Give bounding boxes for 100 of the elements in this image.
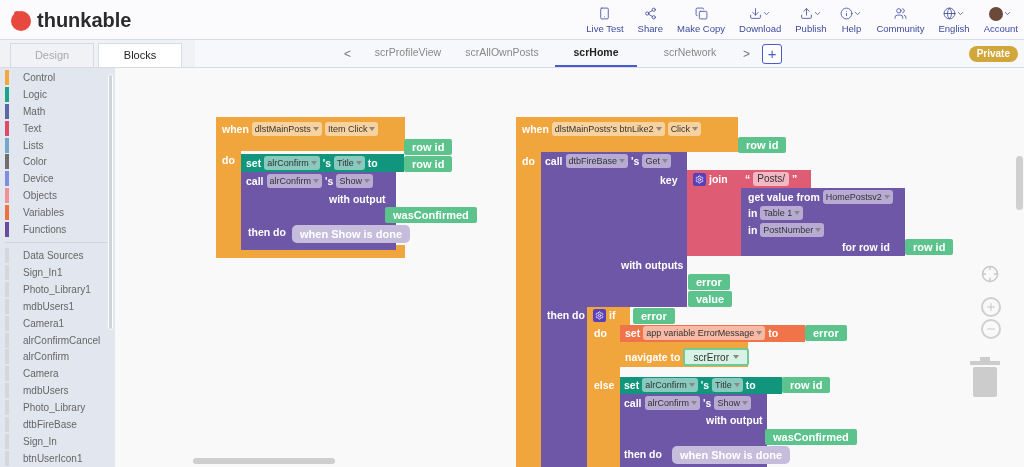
caret-icon bbox=[310, 161, 317, 165]
palette-component[interactable]: alrConfirm bbox=[5, 348, 115, 366]
block-label: navigate to bbox=[625, 350, 681, 364]
set-variable-block[interactable] bbox=[620, 325, 805, 342]
palette-component[interactable]: mdbUsers bbox=[5, 382, 115, 400]
scroll-left-button[interactable]: < bbox=[340, 40, 355, 67]
palette-category[interactable]: Text bbox=[5, 119, 115, 137]
scroll-right-button[interactable]: > bbox=[743, 40, 751, 67]
block-label: join bbox=[709, 172, 728, 186]
caret-icon bbox=[692, 127, 699, 131]
scrollbar[interactable] bbox=[108, 74, 113, 330]
set-block[interactable] bbox=[241, 154, 404, 172]
palette-category[interactable]: Logic bbox=[5, 85, 115, 103]
logo-icon bbox=[10, 8, 32, 31]
block-label: 's bbox=[325, 174, 334, 188]
caret-icon bbox=[691, 401, 698, 405]
info-icon bbox=[840, 7, 854, 20]
set-block[interactable] bbox=[620, 377, 782, 394]
block-label: set bbox=[625, 326, 641, 340]
block-label: 's bbox=[631, 154, 640, 168]
block-label: to bbox=[768, 326, 779, 340]
palette-component[interactable]: Data Sources bbox=[5, 247, 115, 264]
nav-button[interactable]: Share bbox=[637, 4, 663, 35]
block-label: do bbox=[594, 326, 607, 340]
avatar-icon bbox=[989, 6, 1004, 21]
caret-icon bbox=[313, 179, 320, 183]
palette-component[interactable]: alrConfirmCancel bbox=[5, 331, 115, 349]
block-dropdown[interactable]: app variable ErrorMessage bbox=[643, 326, 766, 340]
nav-button[interactable]: Download bbox=[739, 4, 782, 35]
editor-tab[interactable]: Blocks bbox=[98, 43, 182, 67]
block-dropdown[interactable]: alrConfirm bbox=[264, 156, 320, 170]
block-dropdown[interactable]: Show bbox=[336, 174, 373, 188]
horizontal-scrollbar[interactable] bbox=[193, 458, 335, 464]
block-dropdown[interactable]: Title bbox=[334, 156, 365, 170]
block-dropdown[interactable]: alrConfirm bbox=[642, 378, 698, 392]
caret-icon bbox=[741, 401, 748, 405]
block-dropdown[interactable]: Show bbox=[714, 396, 751, 410]
block-dropdown[interactable]: HomePostsv2 bbox=[822, 190, 893, 204]
block-label: call bbox=[246, 174, 264, 188]
nav-button[interactable]: English bbox=[938, 4, 970, 35]
block-label: if bbox=[609, 308, 616, 322]
privacy-badge: Private bbox=[968, 45, 1018, 62]
get-value-block[interactable] bbox=[741, 188, 905, 256]
palette-component[interactable]: dtbFireBase bbox=[5, 416, 115, 434]
palette-component[interactable]: btnUserIcon1 bbox=[5, 449, 115, 467]
nav-button[interactable]: Publish bbox=[795, 4, 827, 35]
add-screen-button[interactable]: + bbox=[762, 43, 783, 64]
palette-component[interactable]: Sign_In1 bbox=[5, 263, 115, 281]
palette-category[interactable]: Lists bbox=[5, 136, 115, 154]
nav-button[interactable]: Account bbox=[983, 4, 1018, 35]
palette-category[interactable]: Functions bbox=[5, 221, 115, 239]
block-dropdown[interactable]: PostNumber bbox=[760, 223, 825, 237]
screen-tab[interactable]: scrNetwork bbox=[649, 40, 731, 67]
palette-category[interactable]: Math bbox=[5, 102, 115, 120]
palette-component[interactable]: Photo_Library1 bbox=[5, 280, 115, 298]
copy-icon bbox=[694, 7, 708, 20]
nav-button[interactable]: Make Copy bbox=[676, 4, 726, 35]
block-label: then do bbox=[624, 447, 662, 461]
download-icon bbox=[749, 7, 763, 20]
caret-icon bbox=[733, 355, 739, 359]
caret-icon bbox=[655, 127, 662, 131]
block-label: call bbox=[624, 396, 642, 410]
palette-category[interactable]: Control bbox=[5, 69, 115, 86]
screen-tab[interactable]: scrProfileView bbox=[367, 40, 449, 67]
palette-category[interactable]: Color bbox=[5, 153, 115, 171]
block-dropdown[interactable]: alrConfirm bbox=[644, 396, 701, 410]
block-dropdown[interactable]: alrConfirm bbox=[266, 174, 323, 188]
phone-icon bbox=[598, 7, 612, 20]
palette-component[interactable]: mdbUsers1 bbox=[5, 297, 115, 315]
palette-component[interactable]: Photo_Library bbox=[5, 399, 115, 417]
block-dropdown[interactable]: Table 1 bbox=[760, 206, 804, 220]
block-label: in bbox=[748, 223, 758, 237]
palette-component[interactable]: Sign_In bbox=[5, 433, 115, 450]
screen-tab[interactable]: scrAllOwnPosts bbox=[461, 40, 543, 67]
screen-dropdown[interactable]: scrError bbox=[683, 348, 749, 366]
palette-category[interactable]: Device bbox=[5, 170, 115, 188]
palette-category[interactable]: Objects bbox=[5, 187, 115, 205]
caret-icon bbox=[756, 331, 763, 335]
nav-button[interactable]: Live Test bbox=[586, 4, 624, 35]
block-dropdown[interactable]: Title bbox=[712, 378, 743, 392]
block-dropdown[interactable]: Click bbox=[667, 122, 702, 136]
palette-component[interactable]: Camera bbox=[5, 365, 115, 383]
block-label: to bbox=[367, 156, 378, 170]
join-block[interactable] bbox=[687, 170, 741, 256]
block-dropdown[interactable]: dlstMainPosts's btnLike2 bbox=[551, 122, 665, 136]
block-label: get value from bbox=[748, 190, 820, 204]
block-dropdown[interactable]: Get bbox=[642, 154, 671, 168]
caret-icon bbox=[363, 179, 370, 183]
vertical-scrollbar[interactable] bbox=[1016, 156, 1023, 210]
caret-icon bbox=[369, 127, 376, 131]
palette-component[interactable]: Camera1 bbox=[5, 314, 115, 332]
nav-button[interactable]: Help bbox=[840, 4, 863, 35]
caret-icon bbox=[355, 161, 362, 165]
block-dropdown[interactable]: dlstMainPosts bbox=[251, 122, 322, 136]
block-dropdown[interactable]: dtbFireBase bbox=[565, 154, 629, 168]
palette-category[interactable]: Variables bbox=[5, 204, 115, 222]
nav-button[interactable]: Community bbox=[876, 4, 925, 35]
block-dropdown[interactable]: Item Click bbox=[324, 122, 379, 136]
block-label: do bbox=[522, 154, 535, 168]
text-field[interactable]: Posts/ bbox=[753, 172, 790, 186]
